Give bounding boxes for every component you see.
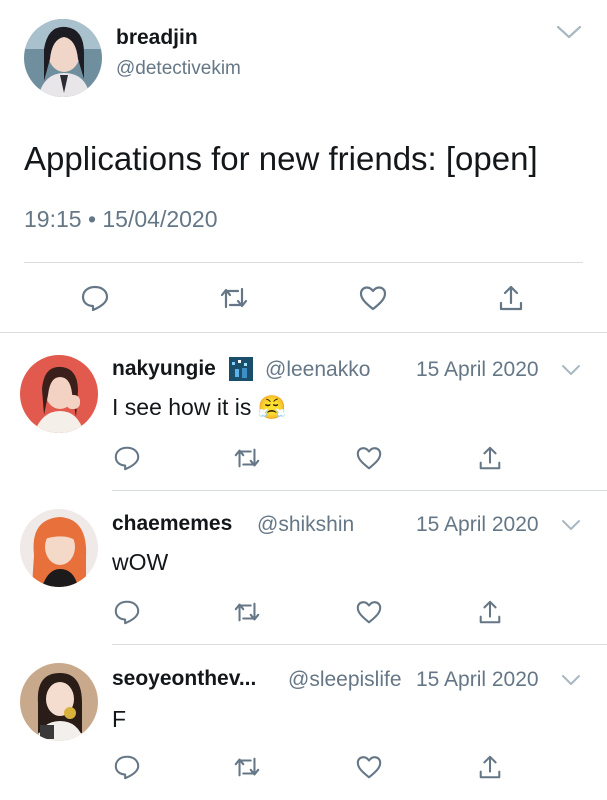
reply-date[interactable]: 15 April 2020	[416, 513, 539, 537]
tweet-timestamp[interactable]: 19:15 • 15/04/2020	[24, 206, 218, 233]
like-icon[interactable]	[355, 598, 383, 626]
avatar-seoyeonthev[interactable]	[20, 663, 98, 741]
like-icon[interactable]	[355, 444, 383, 472]
reply-icon[interactable]	[113, 753, 141, 781]
chevron-down-icon[interactable]	[561, 364, 581, 377]
reply-text: F	[112, 706, 127, 732]
retweet-icon[interactable]	[218, 283, 250, 313]
avatar-breadjin[interactable]	[24, 19, 102, 97]
chevron-down-icon[interactable]	[561, 674, 581, 687]
avatar-nakyungie[interactable]	[20, 355, 98, 433]
retweet-icon[interactable]	[232, 753, 262, 781]
chevron-down-icon[interactable]	[561, 519, 581, 532]
share-icon[interactable]	[477, 598, 503, 626]
divider	[24, 262, 583, 263]
reply-text: wOW	[112, 549, 169, 575]
reply-icon[interactable]	[113, 444, 141, 472]
retweet-icon[interactable]	[232, 444, 262, 472]
reply-display-name[interactable]: nakyungie	[112, 357, 216, 381]
tweet-text: Applications for new friends: [open]	[24, 140, 538, 177]
like-icon[interactable]	[358, 283, 388, 313]
reply-date[interactable]: 15 April 2020	[416, 358, 539, 382]
reply-handle[interactable]: @sleepislife	[288, 668, 402, 692]
retweet-icon[interactable]	[232, 598, 262, 626]
share-icon[interactable]	[477, 444, 503, 472]
reply-handle[interactable]: @leenakko	[265, 358, 370, 382]
divider	[112, 644, 607, 645]
reply-icon[interactable]	[80, 283, 110, 313]
like-icon[interactable]	[355, 753, 383, 781]
avatar-chaememes[interactable]	[20, 509, 98, 587]
reply-icon[interactable]	[113, 598, 141, 626]
reply-text: I see how it is 😤	[112, 394, 287, 420]
reply-display-name[interactable]: chaememes	[112, 512, 232, 536]
chevron-down-icon[interactable]	[556, 24, 582, 40]
handle[interactable]: @detectivekim	[116, 58, 241, 80]
share-icon[interactable]	[477, 753, 503, 781]
reply-date[interactable]: 15 April 2020	[416, 668, 539, 692]
verified-badge-icon	[229, 357, 253, 381]
divider	[112, 490, 607, 491]
divider	[0, 332, 607, 333]
reply-display-name[interactable]: seoyeonthev...	[112, 667, 256, 691]
display-name[interactable]: breadjin	[116, 26, 198, 50]
reply-handle[interactable]: @shikshin	[257, 513, 354, 537]
share-icon[interactable]	[497, 283, 525, 313]
